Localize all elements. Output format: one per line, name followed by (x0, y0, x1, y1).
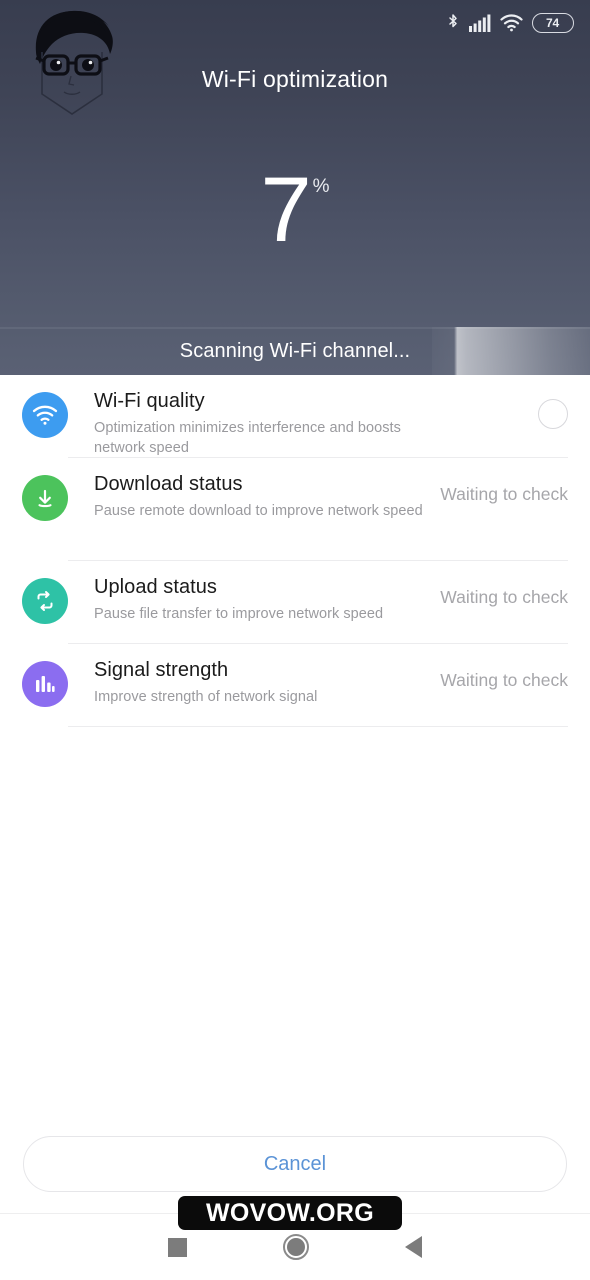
site-watermark-label: WOVOW.ORG (206, 1198, 374, 1227)
cancel-button[interactable]: Cancel (23, 1136, 567, 1192)
list-item-texts: Signal strength Improve strength of netw… (94, 658, 434, 707)
list-item-texts: Download status Pause remote download to… (94, 472, 434, 521)
list-item[interactable]: Download status Pause remote download to… (0, 458, 590, 561)
list-item[interactable]: Signal strength Improve strength of netw… (0, 644, 590, 727)
download-arrow-icon (22, 475, 68, 521)
list-item-subtitle: Optimization minimizes interference and … (94, 420, 401, 456)
optimization-items-list: Wi-Fi quality Optimization minimizes int… (0, 375, 590, 727)
list-item-body: Wi-Fi quality Optimization minimizes int… (68, 375, 568, 458)
list-item-title: Upload status (94, 576, 217, 598)
signal-bars-icon (22, 661, 68, 707)
list-item-texts: Upload status Pause file transfer to imp… (94, 575, 434, 624)
recent-apps-icon[interactable] (168, 1237, 187, 1257)
list-item-subtitle: Improve strength of network signal (94, 689, 318, 705)
battery-level-label: 74 (546, 16, 559, 30)
list-item-title: Signal strength (94, 659, 229, 681)
list-item-title: Wi-Fi quality (94, 390, 205, 412)
progress-percent-value: 7 (260, 159, 311, 261)
header-panel: 74 Wi-Fi optimization 7 % Scanning Wi-Fi… (0, 0, 590, 375)
percent-sign-label: % (312, 176, 330, 197)
list-item-status: Waiting to check (440, 670, 568, 690)
list-item-subtitle: Pause file transfer to improve network s… (94, 606, 384, 622)
list-item-status: Waiting to check (440, 484, 568, 504)
scan-progress-strip: Scanning Wi-Fi channel... (0, 327, 590, 375)
loading-spinner-icon (538, 399, 568, 429)
list-item-body: Signal strength Improve strength of netw… (68, 644, 568, 727)
row-divider (68, 726, 568, 727)
cancel-button-label: Cancel (263, 1152, 327, 1175)
page-title: Wi-Fi optimization (201, 66, 389, 92)
list-item-body: Upload status Pause file transfer to imp… (68, 561, 568, 644)
list-item-subtitle: Pause remote download to improve network… (94, 503, 423, 519)
list-item-texts: Wi-Fi quality Optimization minimizes int… (94, 389, 434, 458)
list-item-status: Waiting to check (440, 587, 568, 607)
battery-indicator: 74 (532, 13, 574, 33)
wifi-icon (500, 14, 523, 32)
bluetooth-icon (446, 13, 460, 33)
list-item[interactable]: Upload status Pause file transfer to imp… (0, 561, 590, 644)
progress-percent-display: 7 % (0, 159, 590, 261)
site-watermark: WOVOW.ORG (178, 1196, 402, 1230)
wifi-icon (22, 392, 68, 438)
cellular-signal-icon (469, 14, 491, 32)
list-item-body: Download status Pause remote download to… (68, 458, 568, 561)
back-icon[interactable] (405, 1236, 422, 1258)
list-item-title: Download status (94, 473, 243, 495)
list-item[interactable]: Wi-Fi quality Optimization minimizes int… (0, 375, 590, 458)
scan-status-label: Scanning Wi-Fi channel... (179, 339, 411, 362)
home-icon[interactable] (283, 1234, 309, 1260)
repeat-loop-icon (22, 578, 68, 624)
